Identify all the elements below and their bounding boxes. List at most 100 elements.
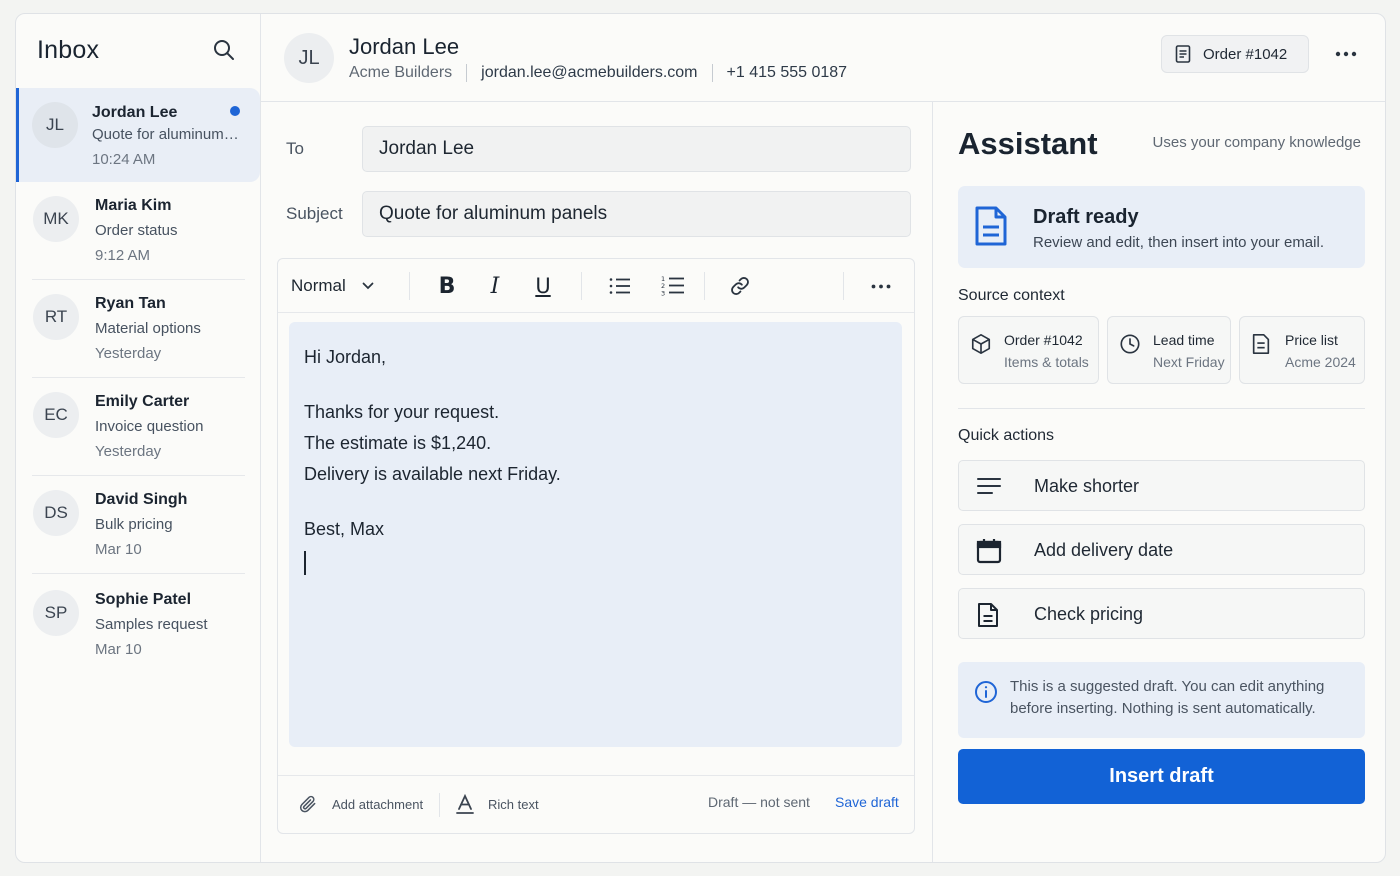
conversation-time: Yesterday (95, 345, 162, 362)
footer-divider (439, 793, 440, 817)
bold-button[interactable]: B (435, 272, 459, 300)
conversation-snippet: Samples request (95, 616, 208, 633)
conversation-time: Mar 10 (95, 641, 142, 658)
conversation-item-maria-kim[interactable]: MK Maria Kim Order status 9:12 AM (32, 182, 245, 280)
calendar-icon (976, 538, 1002, 569)
contact-phone[interactable]: +1 415 555 0187 (727, 64, 848, 82)
conversation-item-sophie-patel[interactable]: SP Sophie Patel Samples request Mar 10 (32, 576, 245, 674)
source-title: Lead time (1153, 332, 1215, 348)
conversation-time: Mar 10 (95, 541, 142, 558)
toolbar-divider (843, 272, 844, 300)
conversation-item-ryan-tan[interactable]: RT Ryan Tan Material options Yesterday (32, 280, 245, 378)
conversation-name: Sophie Patel (95, 591, 192, 608)
conversation-time: 9:12 AM (95, 247, 151, 264)
source-card-lead-time[interactable]: Lead time Next Friday (1107, 316, 1231, 384)
source-card-order[interactable]: Order #1042 Items & totals (958, 316, 1099, 384)
source-title: Price list (1285, 332, 1338, 348)
make-shorter-button[interactable]: Make shorter (958, 460, 1365, 511)
subject-label: Subject (286, 204, 343, 223)
text-cursor (304, 551, 306, 575)
toolbar-divider (581, 272, 582, 300)
order-label: Order #1042 (1203, 45, 1288, 63)
text-style-value: Normal (291, 276, 346, 295)
source-context-label: Source context (958, 287, 1065, 304)
check-pricing-button[interactable]: Check pricing (958, 588, 1365, 639)
email-body-editor[interactable]: Hi Jordan, Thanks for your request. The … (289, 322, 902, 747)
draft-status: Draft — not sent (708, 794, 810, 810)
draft-ready-description: Review and edit, then insert into your e… (1033, 234, 1324, 251)
conversation-name: Maria Kim (95, 197, 172, 214)
contact-avatar: JL (284, 33, 334, 83)
contact-header: JL Jordan Lee Acme Builders jordan.lee@a… (261, 14, 1385, 102)
email-composer: To Jordan Lee Subject Quote for aluminum… (261, 102, 933, 862)
document-icon (976, 602, 1000, 633)
more-formatting-icon[interactable] (869, 272, 893, 300)
assistant-title: Assistant (958, 126, 1098, 161)
link-icon[interactable] (728, 272, 752, 300)
inbox-header: Inbox (37, 36, 240, 68)
section-divider (958, 408, 1365, 409)
contact-company: Acme Builders (349, 64, 453, 81)
more-options-icon[interactable] (1333, 42, 1359, 66)
box-icon (970, 333, 992, 360)
insert-draft-button[interactable]: Insert draft (958, 749, 1365, 804)
suggested-draft-notice: This is a suggested draft. You can edit … (958, 662, 1365, 738)
avatar: SP (33, 590, 79, 636)
editor-footer: Add attachment Rich text Draft — not sen… (278, 775, 914, 833)
text-format-icon (456, 794, 474, 814)
contact-email[interactable]: jordan.lee@acmebuilders.com (481, 64, 697, 82)
search-icon[interactable] (212, 38, 238, 64)
unread-dot-icon (230, 106, 240, 116)
add-attachment-button[interactable]: Add attachment (298, 794, 423, 814)
draft-ready-title: Draft ready (1033, 206, 1139, 228)
source-subtitle: Next Friday (1153, 354, 1225, 370)
conversation-snippet: Bulk pricing (95, 516, 173, 533)
avatar: JL (32, 102, 78, 148)
subject-field[interactable]: Quote for aluminum panels (362, 191, 911, 237)
to-field[interactable]: Jordan Lee (362, 126, 911, 172)
quick-action-label: Check pricing (1034, 604, 1144, 624)
save-draft-button[interactable]: Save draft (835, 794, 899, 810)
add-delivery-date-button[interactable]: Add delivery date (958, 524, 1365, 575)
clock-icon (1119, 333, 1141, 360)
body-line: The estimate is $1,240. (304, 433, 492, 453)
avatar: EC (33, 392, 79, 438)
conversation-name: Emily Carter (95, 393, 190, 410)
body-greeting: Hi Jordan, (304, 347, 387, 367)
email-app: Inbox JL Jordan Lee Quote for aluminum p… (15, 13, 1386, 863)
italic-button[interactable]: I (483, 272, 507, 300)
notice-text: This is a suggested draft. You can edit … (1010, 678, 1325, 717)
text-style-select[interactable]: Normal (291, 272, 374, 300)
to-label: To (286, 139, 304, 158)
underline-button[interactable]: U (531, 272, 555, 300)
document-icon (1251, 333, 1271, 360)
source-title: Order #1042 (1004, 332, 1083, 348)
svg-text:3: 3 (661, 290, 665, 298)
divider (711, 64, 713, 82)
quick-actions-label: Quick actions (958, 427, 1055, 444)
conversation-snippet: Material options (95, 320, 201, 337)
rich-text-editor: Normal B I U 123 Hi Jordan, Thanks for y… (277, 258, 915, 834)
conversation-name: Ryan Tan (95, 295, 166, 312)
body-signoff: Best, Max (304, 519, 385, 539)
conversation-time: Yesterday (95, 443, 162, 460)
order-button[interactable]: Order #1042 (1161, 35, 1309, 73)
inbox-sidebar: Inbox JL Jordan Lee Quote for aluminum p… (16, 14, 261, 862)
numbered-list-icon[interactable]: 123 (660, 272, 686, 300)
conversation-item-jordan-lee[interactable]: JL Jordan Lee Quote for aluminum panels … (16, 88, 260, 182)
conversation-name: David Singh (95, 491, 188, 508)
bulleted-list-icon[interactable] (608, 272, 632, 300)
source-subtitle: Acme 2024 (1285, 354, 1356, 370)
rich-text-toggle[interactable]: Rich text (456, 794, 539, 814)
source-subtitle: Items & totals (1004, 354, 1089, 370)
avatar: RT (33, 294, 79, 340)
source-card-price-list[interactable]: Price list Acme 2024 (1239, 316, 1365, 384)
paperclip-icon (299, 795, 316, 813)
chevron-down-icon (362, 282, 374, 290)
inbox-title: Inbox (37, 36, 100, 64)
conversation-item-david-singh[interactable]: DS David Singh Bulk pricing Mar 10 (32, 476, 245, 574)
info-icon (974, 680, 998, 709)
toolbar-divider (704, 272, 705, 300)
conversation-name: Jordan Lee (92, 104, 178, 121)
conversation-item-emily-carter[interactable]: EC Emily Carter Invoice question Yesterd… (32, 378, 245, 476)
